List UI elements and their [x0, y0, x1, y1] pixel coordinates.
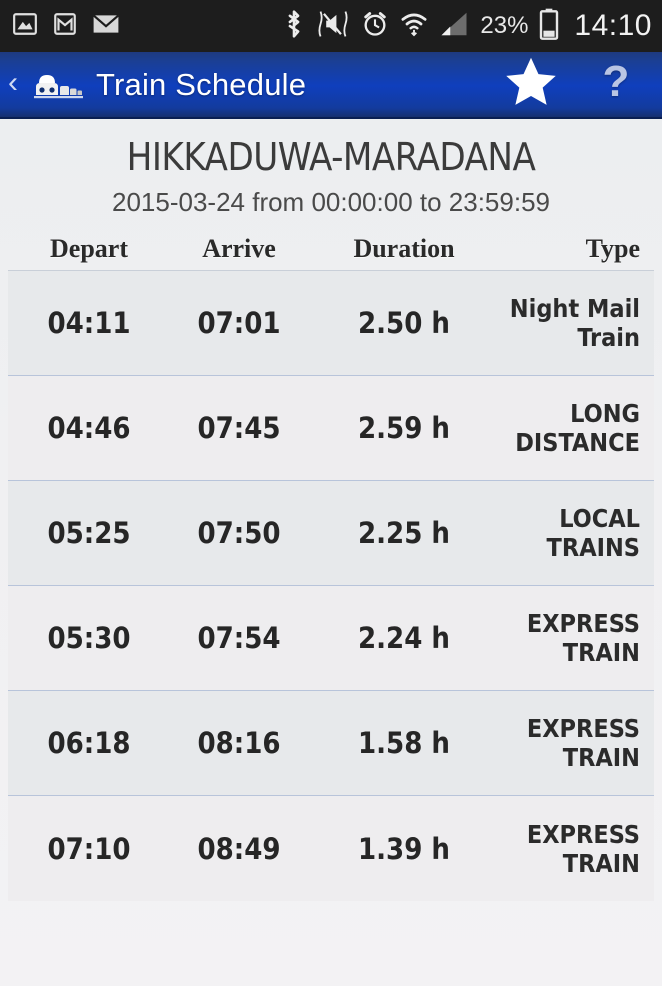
- route-date-range: 2015-03-24 from 00:00:00 to 23:59:59: [112, 187, 550, 217]
- bluetooth-icon: [283, 9, 305, 44]
- column-header-depart: Depart: [50, 234, 128, 263]
- cell-depart: 04:11: [47, 306, 131, 340]
- cell-duration: 2.25 h: [357, 516, 451, 550]
- question-mark-icon: ?: [602, 56, 630, 106]
- cell-depart: 05:25: [47, 516, 131, 550]
- column-header-arrive: Arrive: [202, 234, 276, 263]
- table-row[interactable]: 04:46 07:45 2.59 h LONG DISTANCE: [8, 376, 654, 481]
- column-header-type: Type: [585, 234, 640, 263]
- cell-depart: 07:10: [47, 831, 131, 866]
- schedule-table: Depart Arrive Duration Type 04:11 07:01 …: [0, 234, 662, 901]
- cell-type: EXPRESS TRAIN: [526, 714, 640, 772]
- table-row[interactable]: 04:11 07:01 2.50 h Night Mail Train: [8, 271, 654, 376]
- signal-icon: [439, 11, 469, 42]
- battery-percent: 23%: [480, 12, 529, 39]
- table-row[interactable]: 05:30 07:54 2.24 h EXPRESS TRAIN: [8, 586, 654, 691]
- alarm-icon: [361, 10, 389, 43]
- cell-duration: 1.39 h: [357, 831, 451, 866]
- help-button[interactable]: ?: [570, 52, 662, 117]
- cell-type: EXPRESS TRAIN: [526, 819, 640, 878]
- battery-icon: [539, 8, 559, 45]
- status-bar-system-icons: 23% 14:10: [283, 8, 652, 45]
- route-title: HIKKADUWA-MARADANA: [126, 135, 536, 179]
- favorite-button[interactable]: [492, 52, 570, 117]
- cell-type: LOCAL TRAINS: [546, 504, 640, 562]
- cell-depart: 06:18: [47, 726, 131, 760]
- cell-arrive: 07:54: [197, 621, 281, 655]
- table-row[interactable]: 05:25 07:50 2.25 h LOCAL TRAINS: [8, 481, 654, 586]
- status-bar-notifications: [12, 11, 120, 42]
- table-row[interactable]: 07:10 08:49 1.39 h EXPRESS TRAIN: [8, 796, 654, 901]
- gmail-icon: [52, 11, 78, 42]
- cell-arrive: 08:16: [197, 726, 281, 760]
- star-icon: [502, 54, 560, 115]
- cell-type: LONG DISTANCE: [515, 399, 640, 457]
- cell-duration: 2.59 h: [357, 411, 451, 445]
- email-icon: [92, 11, 120, 42]
- wifi-icon: [400, 10, 428, 43]
- train-icon: [28, 65, 84, 105]
- cell-type: Night Mail Train: [509, 294, 640, 352]
- status-bar-clock: 14:10: [574, 9, 652, 42]
- cell-duration: 2.24 h: [357, 621, 451, 655]
- cell-arrive: 07:01: [197, 306, 281, 340]
- cell-duration: 2.50 h: [357, 306, 451, 340]
- table-row[interactable]: 06:18 08:16 1.58 h EXPRESS TRAIN: [8, 691, 654, 796]
- cell-arrive: 07:50: [197, 516, 281, 550]
- vibrate-mute-icon: [316, 10, 350, 43]
- cell-depart: 05:30: [47, 621, 131, 655]
- cell-duration: 1.58 h: [357, 726, 451, 760]
- column-header-duration: Duration: [353, 234, 455, 263]
- cell-type: EXPRESS TRAIN: [526, 609, 640, 667]
- chevron-left-icon: ‹: [8, 65, 18, 99]
- table-header-row: Depart Arrive Duration Type: [8, 234, 654, 271]
- cell-arrive: 08:49: [197, 831, 281, 866]
- cell-depart: 04:46: [47, 411, 131, 445]
- status-bar: 23% 14:10: [0, 0, 662, 52]
- back-button[interactable]: ‹: [0, 52, 26, 117]
- page-title: Train Schedule: [96, 66, 307, 102]
- gallery-icon: [12, 11, 38, 42]
- action-bar: ‹ Train Schedule ?: [0, 52, 662, 119]
- cell-arrive: 07:45: [197, 411, 281, 445]
- schedule-sheet: HIKKADUWA-MARADANA 2015-03-24 from 00:00…: [0, 119, 662, 986]
